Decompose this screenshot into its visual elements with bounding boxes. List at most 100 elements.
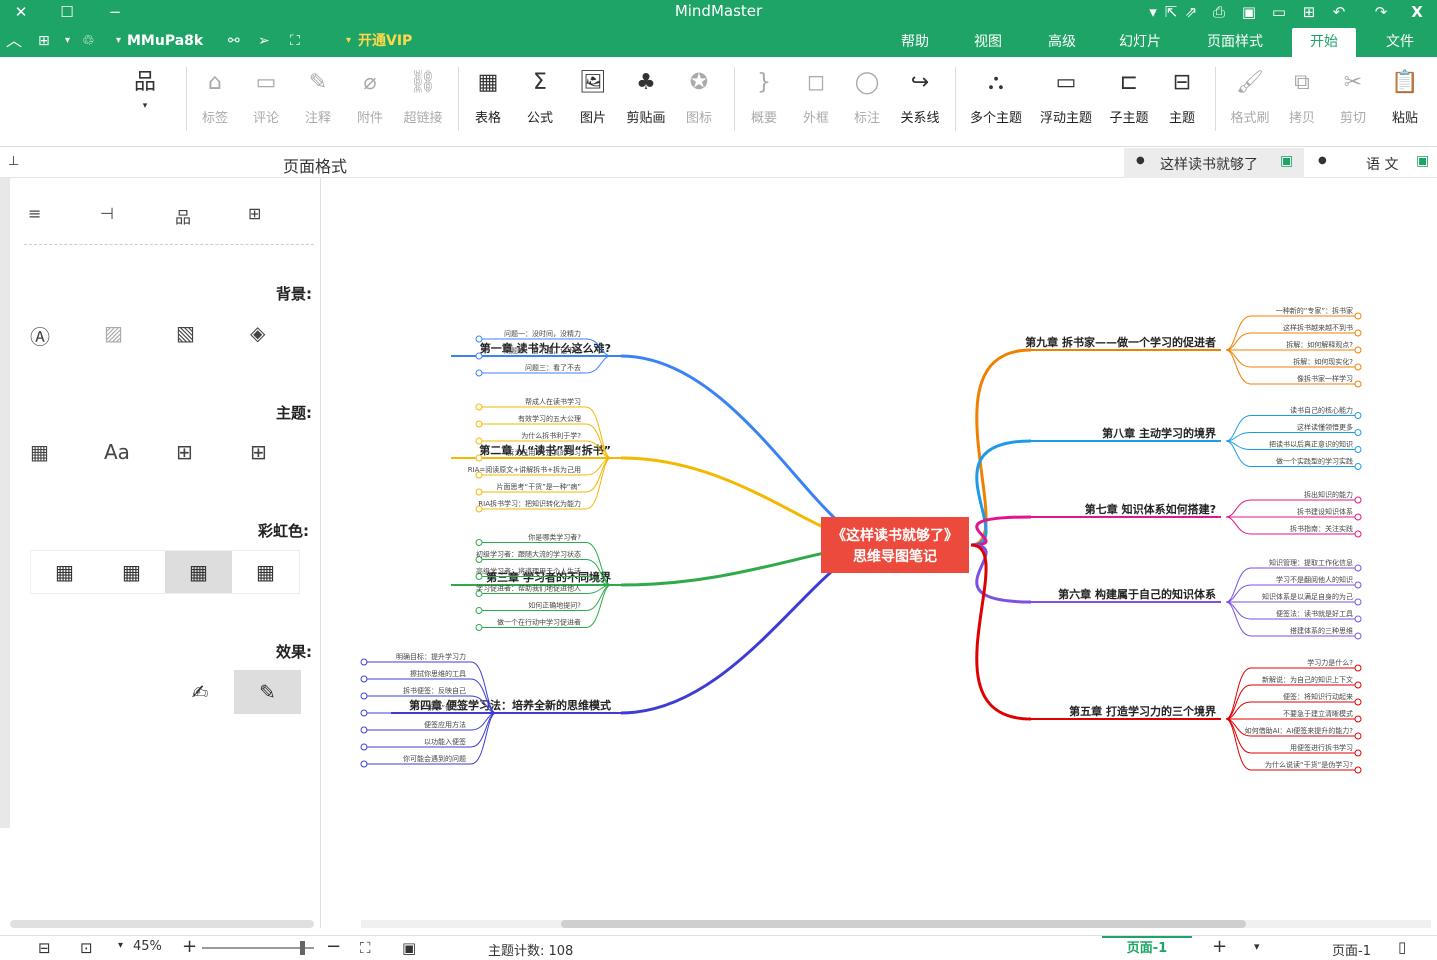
leaf-topic[interactable]: 便签应用方法 xyxy=(424,720,466,729)
rainbow-option-2[interactable]: ▦ xyxy=(98,551,165,593)
undo-icon[interactable]: ↶ xyxy=(1328,0,1350,25)
leaf-topic[interactable]: 做一个实践型的学习实践 xyxy=(1276,457,1353,466)
fit-page-icon[interactable]: ⊟ xyxy=(38,939,51,957)
pin-icon[interactable]: ⊥ xyxy=(8,154,19,169)
font-aa-icon[interactable]: Aa xyxy=(104,440,130,464)
dropdown-arrow-icon[interactable]: ▾ xyxy=(65,25,70,57)
zoom-in-icon[interactable]: + xyxy=(182,936,197,957)
document-tab[interactable]: ● 语 文 ▣ xyxy=(1310,148,1437,178)
export-icon[interactable]: ⇱ xyxy=(1160,0,1182,25)
attachment-button[interactable]: ⌀ 附件 xyxy=(343,65,397,126)
central-topic-line1[interactable]: 《这样读书就够了》 xyxy=(832,527,958,544)
leaf-topic[interactable]: 为什么说读“干货”是伪学习? xyxy=(1265,760,1353,769)
leaf-topic[interactable]: 你是哪类学习者? xyxy=(528,533,581,542)
share-icon[interactable]: ⇗ xyxy=(1180,0,1202,25)
apps-icon[interactable]: ⊞ xyxy=(38,25,50,57)
branch-topic[interactable]: 第七章 知识体系如何搭建? xyxy=(1085,502,1216,516)
leaf-topic[interactable]: 读书自己的核心能力 xyxy=(1290,406,1353,415)
paint-bucket-icon[interactable]: ◈ xyxy=(250,321,265,345)
hyperlink-button[interactable]: ⛓ 超链接 xyxy=(396,65,450,126)
paste-button[interactable]: 📋 粘贴 xyxy=(1378,65,1432,126)
leaf-topic[interactable]: 如何借助AI：AI便签来提升的能力? xyxy=(1245,726,1354,735)
print-icon[interactable]: ⎙ xyxy=(1208,0,1230,25)
dropdown-arrow-icon[interactable]: ▾ xyxy=(1254,940,1260,953)
add-page-icon[interactable]: + xyxy=(1212,936,1227,957)
leaf-topic[interactable]: 拆书建设知识体系 xyxy=(1297,507,1353,516)
layout-icon[interactable]: 品 xyxy=(175,204,191,228)
dropdown-arrow-icon[interactable]: ▾ xyxy=(118,940,123,951)
leaf-topic[interactable]: 知识管理：提取工作化信息 xyxy=(1269,558,1353,567)
page-tab-active[interactable]: 页面-1 xyxy=(1102,936,1192,960)
cut-button[interactable]: ✂ 剪切 xyxy=(1326,65,1380,126)
zoom-out-icon[interactable]: − xyxy=(326,936,341,957)
presentation-icon[interactable]: ▣ xyxy=(402,939,416,957)
send-icon[interactable]: ➢ xyxy=(258,25,270,57)
panel-scrollbar[interactable] xyxy=(0,178,10,828)
leaf-topic[interactable]: RIA=阅读原文+讲解拆书+拆为己用 xyxy=(468,465,581,474)
callout-button[interactable]: ◯ 标注 xyxy=(840,65,894,126)
leaf-topic[interactable]: 拆解：如何解释观点? xyxy=(1286,340,1353,349)
leaf-topic[interactable]: 问题三：看了不去 xyxy=(525,363,581,372)
color-scheme-icon[interactable]: ▦ xyxy=(30,440,49,464)
skin-icon[interactable]: ♲ xyxy=(82,25,95,57)
close-dot-icon[interactable]: ● xyxy=(1318,155,1327,166)
fullscreen-icon[interactable]: ⛶ xyxy=(290,25,300,57)
tab-start[interactable]: 开始 xyxy=(1292,28,1356,57)
connector-icon[interactable]: ⊣ xyxy=(100,204,114,223)
document-tab[interactable]: ● 这样读书就够了 ▣ xyxy=(1124,148,1304,178)
leaf-topic[interactable]: 像拆书家一样学习 xyxy=(1297,374,1353,383)
leaf-topic[interactable]: 拆出知识的能力 xyxy=(1304,490,1353,499)
leaf-topic[interactable]: 拆解：如何现实化? xyxy=(1293,357,1353,366)
user-name[interactable]: MMuPa8k xyxy=(127,25,203,57)
text-a-icon[interactable]: Ⓐ xyxy=(30,321,50,350)
topic-button[interactable]: ⊟ 主题 xyxy=(1155,65,1209,126)
branch-topic[interactable]: 第八章 主动学习的境界 xyxy=(1102,426,1216,440)
normal-effect-button[interactable]: ✎ xyxy=(234,670,301,714)
tab-page-style[interactable]: 页面样式 xyxy=(1190,28,1280,57)
leaf-topic[interactable]: 学习不是翻阅他人的知识 xyxy=(1276,575,1353,584)
boundary-button[interactable]: ◻ 外框 xyxy=(789,65,843,126)
leaf-topic[interactable]: 便签法：读书就是好工具 xyxy=(1276,609,1353,618)
leaf-topic[interactable]: 学习促进者：帮助我们地促进他人 xyxy=(476,584,581,593)
leaf-topic[interactable]: 你可能会遇到的问题 xyxy=(403,754,466,763)
panel-h-scrollbar[interactable] xyxy=(10,920,314,928)
leaf-topic[interactable]: 初级学习者：跟随大流的学习状态 xyxy=(476,550,581,559)
vip-button[interactable]: 开通VIP xyxy=(358,25,412,57)
leaf-topic[interactable]: 这样拆书越来越不到书 xyxy=(1283,323,1353,332)
dropdown-arrow-icon[interactable]: ▾ xyxy=(346,25,351,57)
leaf-topic[interactable]: 帮成人在读书学习 xyxy=(525,397,581,406)
tab-file[interactable]: 文件 xyxy=(1370,28,1430,57)
branch-topic[interactable]: 第九章 拆书家——做一个学习的促进者 xyxy=(1025,335,1216,349)
zoom-slider-handle[interactable] xyxy=(300,941,305,955)
copy-button[interactable]: ⧉ 拷贝 xyxy=(1275,65,1329,126)
leaf-topic[interactable]: 问题二：看不懂，记不住 xyxy=(504,346,581,355)
leaf-topic[interactable]: “拆为己用”才是真的学习 xyxy=(504,448,581,457)
leaf-topic[interactable]: 拆书便签：反映自己 xyxy=(403,686,466,695)
redo-icon[interactable]: ↷ xyxy=(1370,0,1392,25)
tab-view[interactable]: 视图 xyxy=(960,28,1016,57)
leaf-topic[interactable]: 用便签进行拆书学习 xyxy=(1290,743,1353,752)
leaf-topic[interactable]: 知识体系是以满足自身的为己 xyxy=(1262,592,1353,601)
leaf-topic[interactable]: 拆书指南：关注实践 xyxy=(1290,524,1353,533)
format-painter-button[interactable]: 🖌 格式刷 xyxy=(1220,65,1280,126)
watermark-icon[interactable]: ▨ xyxy=(104,321,123,345)
canvas-h-scrollbar-track[interactable] xyxy=(361,920,1431,928)
leaf-topic[interactable]: 一种新的“专家”：拆书家 xyxy=(1276,306,1353,315)
summary-button[interactable]: } 概要 xyxy=(737,65,791,126)
fit-width-icon[interactable]: ⊡ xyxy=(80,939,93,957)
leaf-topic[interactable]: 这样读懂领悟更多 xyxy=(1297,423,1353,432)
leaf-topic[interactable]: “拆书”什么书 xyxy=(424,703,466,712)
rainbow-option-1[interactable]: ▦ xyxy=(31,551,98,593)
save-icon[interactable]: ▣ xyxy=(1238,0,1260,25)
leaf-topic[interactable]: 学习力是什么? xyxy=(1307,658,1353,667)
leaf-topic[interactable]: 擦拭你思维的工具 xyxy=(410,669,466,678)
leaf-topic[interactable]: 搭建体系的三种思维 xyxy=(1290,626,1353,635)
collapse-ribbon-icon[interactable]: ︿ xyxy=(6,25,22,57)
branch-topic[interactable]: 第六章 构建属于自己的知识体系 xyxy=(1058,587,1216,601)
central-topic-line2[interactable]: 思维导图笔记 xyxy=(853,548,937,565)
leaf-topic[interactable]: RIA拆书学习：把知识转化为能力 xyxy=(478,499,581,508)
open-icon[interactable]: ▭ xyxy=(1268,0,1290,25)
note-button[interactable]: ✎ 注释 xyxy=(291,65,345,126)
leaf-topic[interactable]: 有效学习的五大公理 xyxy=(518,414,581,423)
floating-topic-button[interactable]: ▭ 浮动主题 xyxy=(1036,65,1096,126)
